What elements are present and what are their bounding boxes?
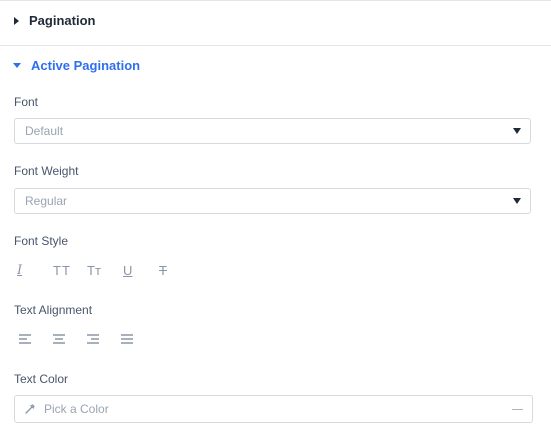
clear-color-icon[interactable] <box>512 409 523 410</box>
text-alignment-label: Text Alignment <box>14 303 93 317</box>
strikethrough-icon: T <box>159 262 167 278</box>
font-style-buttons: I TT Tт U T <box>17 259 187 281</box>
caret-right-icon <box>14 16 19 25</box>
caret-down-icon <box>13 63 21 68</box>
align-right-icon <box>87 334 99 344</box>
italic-icon: I <box>17 262 23 278</box>
font-select-value: Default <box>25 124 64 138</box>
align-right-button[interactable] <box>85 328 119 350</box>
dropdown-arrow-icon <box>513 128 521 134</box>
align-justify-button[interactable] <box>119 328 153 350</box>
section-divider <box>0 45 551 46</box>
small-caps-icon: Tт <box>87 262 101 278</box>
text-color-placeholder: Pick a Color <box>44 402 109 416</box>
text-color-label: Text Color <box>14 372 69 386</box>
align-left-button[interactable] <box>17 328 51 350</box>
text-color-picker[interactable]: Pick a Color <box>14 395 533 423</box>
align-center-icon <box>53 334 65 344</box>
font-weight-select[interactable]: Regular <box>14 188 531 214</box>
section-active-pagination-toggle[interactable]: Active Pagination <box>13 58 141 73</box>
text-alignment-buttons <box>17 328 153 350</box>
italic-button[interactable]: I <box>17 259 51 281</box>
align-left-icon <box>19 334 31 344</box>
font-style-label: Font Style <box>14 234 69 248</box>
eyedropper-icon <box>24 403 36 415</box>
top-border <box>0 0 551 1</box>
section-active-pagination-label: Active Pagination <box>31 58 141 73</box>
font-weight-select-value: Regular <box>25 194 68 208</box>
strikethrough-button[interactable]: T <box>153 259 187 281</box>
underline-icon: U <box>123 262 133 278</box>
dropdown-arrow-icon <box>513 198 521 204</box>
section-pagination-label: Pagination <box>29 13 96 28</box>
section-pagination-toggle[interactable]: Pagination <box>14 13 95 28</box>
font-label: Font <box>14 95 39 109</box>
font-select[interactable]: Default <box>14 118 531 144</box>
font-weight-label: Font Weight <box>14 164 79 178</box>
uppercase-icon: TT <box>53 262 71 278</box>
align-center-button[interactable] <box>51 328 85 350</box>
align-justify-icon <box>121 334 133 344</box>
small-caps-button[interactable]: Tт <box>85 259 119 281</box>
underline-button[interactable]: U <box>119 259 153 281</box>
uppercase-button[interactable]: TT <box>51 259 85 281</box>
